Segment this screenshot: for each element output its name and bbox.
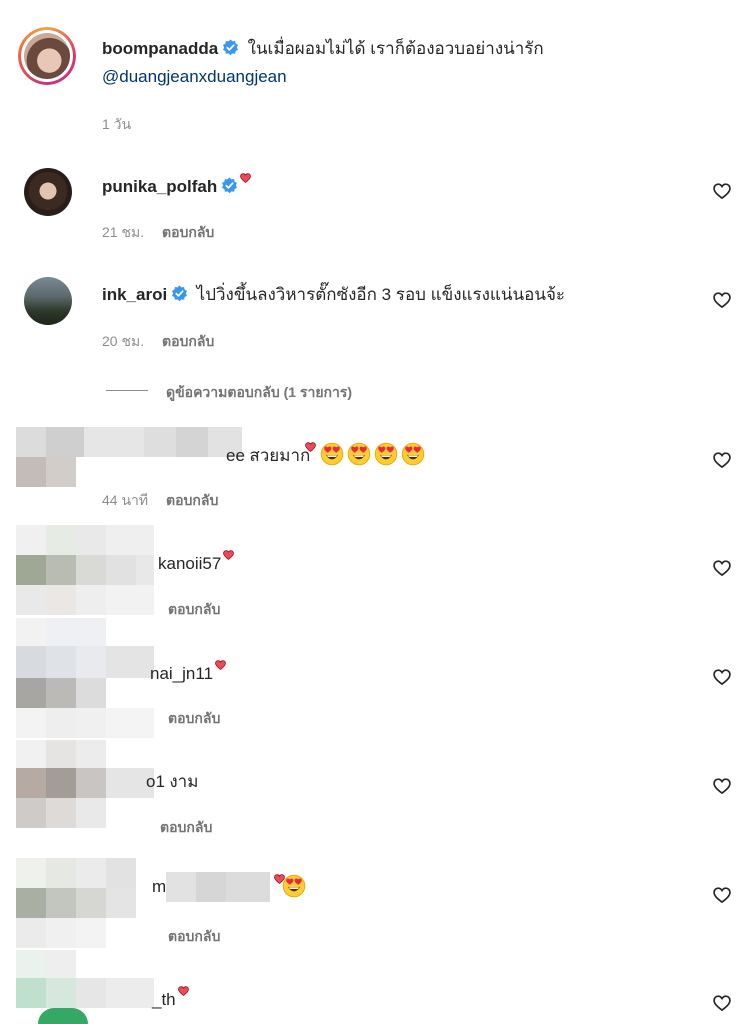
like-heart-icon[interactable] — [712, 667, 732, 687]
blurred-comment-row: _th — [152, 985, 190, 1010]
comment-text: สวยมาก — [249, 446, 311, 465]
verified-icon — [171, 285, 188, 302]
comment-text: ไปวิ่งขึ้นลงวิหารตั๊กซังอีก 3 รอบ แข็งแร… — [196, 285, 566, 304]
replies-divider — [106, 390, 148, 391]
heart-eyes-emoji-icon — [282, 874, 306, 898]
view-replies-button[interactable]: ดูข้อความตอบกลับ (1 รายการ) — [166, 382, 352, 404]
blurred-comment-row: nai_jn11 — [150, 659, 227, 684]
red-heart-emoji-icon — [214, 659, 227, 671]
comment-row-punika: punika_polfah — [102, 172, 252, 197]
blurred-comment-row: ee สวยมาก — [226, 441, 425, 469]
comment-meta: 44 นาที ตอบกลับ — [102, 490, 218, 512]
reply-button[interactable]: ตอบกลับ — [162, 224, 214, 240]
verified-icon — [221, 177, 238, 194]
comment-avatar-ink[interactable] — [24, 277, 72, 325]
comment-time: 21 ชม. — [102, 224, 145, 240]
caption-avatar[interactable] — [18, 27, 76, 85]
reply-button[interactable]: ตอบกลับ — [168, 928, 220, 944]
red-heart-emoji-icon — [177, 985, 190, 997]
comment-meta: ตอบกลับ — [160, 817, 212, 839]
comment-avatar-punika[interactable] — [24, 168, 72, 216]
comment-meta: ตอบกลับ — [168, 708, 220, 730]
comment-row-ink: ink_aroi ไปวิ่งขึ้นลงวิหารตั๊กซังอีก 3 ร… — [102, 281, 565, 308]
heart-eyes-emoji-icon — [401, 442, 425, 466]
comment-text: งาม — [169, 772, 199, 791]
caption-time: 1 วัน — [102, 116, 132, 132]
caption-text: ในเมื่อผอมไม่ได้ เราก็ต้องอวบอย่างน่ารัก — [247, 39, 544, 58]
reply-button[interactable]: ตอบกลับ — [162, 333, 214, 349]
blurred-comment-row: m — [152, 877, 166, 897]
blurred-comment-row: kanoii57 — [158, 549, 235, 574]
comment-username-fragment[interactable]: m — [152, 877, 166, 896]
reply-button[interactable]: ตอบกลับ — [166, 492, 218, 508]
heart-eyes-emoji-icon — [374, 442, 398, 466]
like-heart-icon[interactable] — [712, 993, 732, 1013]
like-heart-icon[interactable] — [712, 181, 732, 201]
pixelated-avatar — [16, 427, 246, 487]
comment-username-fragment[interactable]: ee — [226, 446, 245, 465]
caption-mention-link[interactable]: @duangjeanxduangjean — [102, 67, 287, 86]
like-heart-icon[interactable] — [712, 885, 732, 905]
red-heart-emoji-icon — [222, 549, 235, 561]
reply-button[interactable]: ตอบกลับ — [168, 710, 220, 726]
comment-username-fragment[interactable]: nai_jn11 — [150, 664, 213, 683]
comment-username-fragment[interactable]: kanoii57 — [158, 554, 221, 573]
caption-body: boompanadda ในเมื่อผอมไม่ได้ เราก็ต้องอว… — [102, 35, 722, 91]
red-heart-emoji-icon — [239, 172, 252, 184]
heart-eyes-emoji-icon — [320, 442, 344, 466]
pixelated-avatar — [16, 525, 156, 615]
red-heart-emoji-icon — [304, 441, 317, 453]
comment-username[interactable]: punika_polfah — [102, 177, 217, 196]
pixelated-avatar — [16, 740, 156, 830]
pixelated-avatar — [16, 618, 156, 738]
reply-button[interactable]: ตอบกลับ — [160, 819, 212, 835]
comment-meta: ตอบกลับ — [168, 599, 220, 621]
like-heart-icon[interactable] — [712, 558, 732, 578]
comment-username-fragment[interactable]: _th — [152, 990, 176, 1009]
emoji-group — [272, 873, 306, 898]
like-heart-icon[interactable] — [712, 776, 732, 796]
comment-meta: 21 ชม. ตอบกลับ — [102, 222, 214, 244]
reply-button[interactable]: ตอบกลับ — [168, 601, 220, 617]
pixelated-username — [166, 872, 270, 902]
comment-username-fragment[interactable]: o1 — [146, 772, 165, 791]
pixelated-avatar — [16, 950, 156, 1024]
heart-eyes-emoji-icon — [347, 442, 371, 466]
blurred-comment-row: o1 งาม — [146, 768, 198, 795]
comment-time: 20 ชม. — [102, 333, 145, 349]
caption-username[interactable]: boompanadda — [102, 39, 218, 58]
comment-meta: 20 ชม. ตอบกลับ — [102, 331, 214, 353]
pixelated-avatar — [16, 858, 166, 948]
like-heart-icon[interactable] — [712, 450, 732, 470]
like-heart-icon[interactable] — [712, 290, 732, 310]
verified-icon — [222, 39, 239, 56]
comment-time: 44 นาที — [102, 492, 149, 508]
comment-meta: ตอบกลับ — [168, 926, 220, 948]
comment-username[interactable]: ink_aroi — [102, 285, 167, 304]
